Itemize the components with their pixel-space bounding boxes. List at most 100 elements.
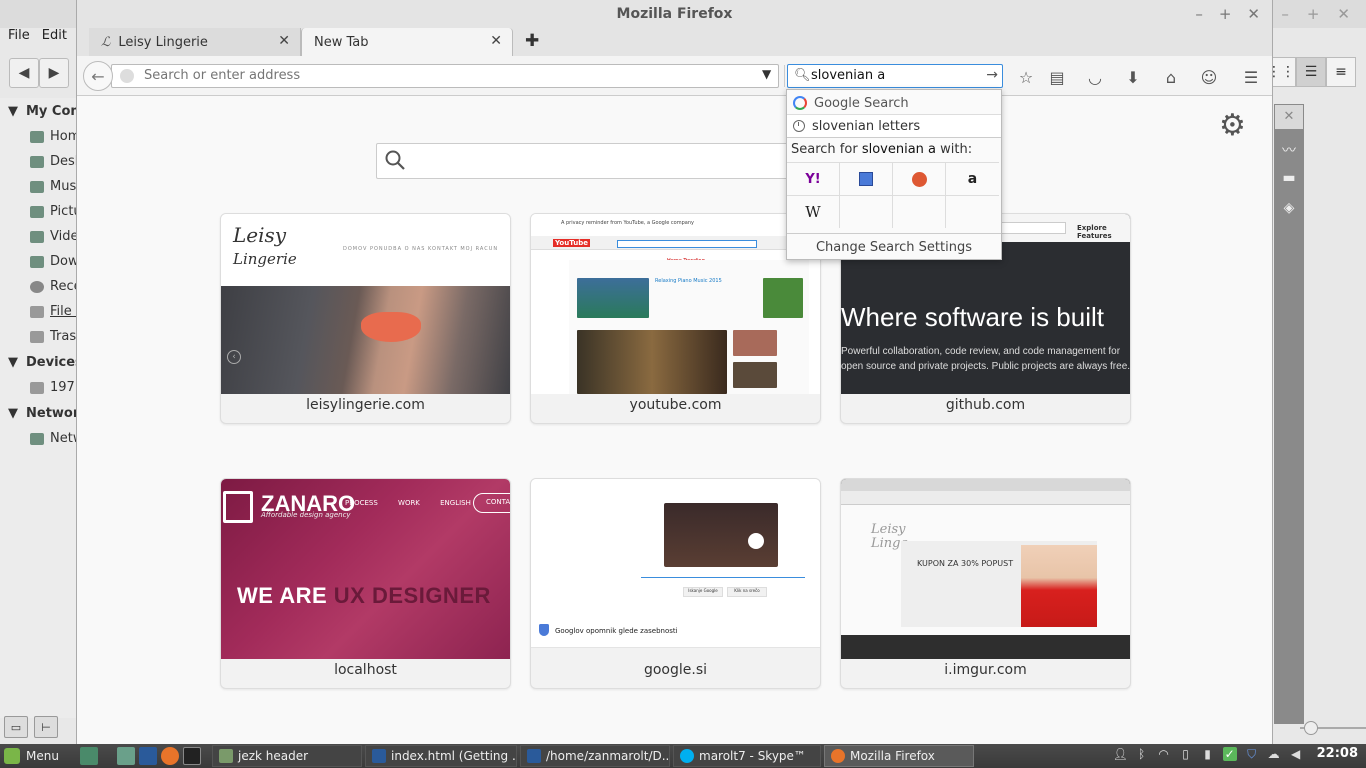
sidebar-item-pictures[interactable]: Pictu xyxy=(0,199,82,224)
amazon-engine-button[interactable]: a xyxy=(946,162,999,195)
hamburger-menu-icon[interactable]: ☰ xyxy=(1241,67,1261,87)
sidebar-item-file-system[interactable]: File S xyxy=(0,299,84,324)
newtab-search-box[interactable] xyxy=(376,143,826,179)
close-icon[interactable]: ✕ xyxy=(1275,105,1303,129)
address-bar[interactable]: ▼ ↻ xyxy=(111,64,802,88)
close-tab-icon[interactable]: ✕ xyxy=(278,33,290,49)
tile-leisylingerie[interactable]: Leisy Lingerie DOMOV PONUDBA O NAS KONTAK… xyxy=(220,213,511,424)
taskbar-item[interactable]: index.html (Getting ... xyxy=(365,745,517,767)
tile-imgur[interactable]: Leisy Linge KUPON ZA 30% POPUST i.imgur.c… xyxy=(840,478,1131,689)
maximize-icon[interactable]: + xyxy=(1219,5,1232,23)
tile-localhost[interactable]: ZANARO Affordable design agency PROCESS … xyxy=(220,478,511,689)
maximize-icon[interactable]: + xyxy=(1307,5,1320,23)
thumb-button: Klik na srečo xyxy=(727,587,767,597)
network-cloud-icon[interactable]: ☁ xyxy=(1267,747,1281,761)
search-bar[interactable]: 🔍︎ → xyxy=(787,64,1003,88)
clock[interactable]: 22:08 xyxy=(1317,746,1358,761)
layers-icon[interactable]: ◈ xyxy=(1280,200,1298,218)
default-engine-row[interactable]: Google Search xyxy=(787,92,1001,114)
duckduckgo-engine-button[interactable] xyxy=(893,162,946,195)
battery-icon[interactable]: ▮ xyxy=(1201,747,1215,761)
user-icon[interactable]: 👤︎ xyxy=(1113,747,1128,761)
taskbar-item[interactable]: jezk header xyxy=(212,745,362,767)
zanaro-logo-mark-icon xyxy=(223,491,253,523)
start-menu-button[interactable]: Menu xyxy=(4,746,65,766)
bing-engine-button[interactable] xyxy=(840,162,893,195)
taskbar-item[interactable]: marolt7 - Skype™ xyxy=(673,745,821,767)
menu-file[interactable]: File xyxy=(8,28,30,50)
tab-leisy-lingerie[interactable]: ℒ Leisy Lingerie ✕ xyxy=(89,28,301,56)
firefox-launcher-icon[interactable] xyxy=(161,747,179,765)
bluetooth-icon[interactable]: ᛒ xyxy=(1135,747,1149,761)
sidebar-section-my-computer[interactable]: ▼ My Com xyxy=(0,98,84,124)
sidebar-item-home[interactable]: Hom xyxy=(0,124,80,149)
download-icon[interactable]: ⬇ xyxy=(1123,67,1143,87)
sidebar-section-devices[interactable]: ▼ Devices xyxy=(0,349,83,375)
thumb-photo-detail xyxy=(361,312,421,342)
change-search-settings-button[interactable]: Change Search Settings xyxy=(787,233,1001,261)
empty-engine-slot xyxy=(893,195,946,228)
search-icon: 🔍︎ xyxy=(794,68,811,83)
back-arrow-icon[interactable]: ← xyxy=(83,61,113,91)
hello-chat-icon[interactable]: ☺ xyxy=(1199,67,1219,87)
thumb-button: Iskanje Google xyxy=(683,587,723,597)
system-tray: 👤︎ ᛒ ◠ ▯ ▮ ✓ ⛉ ☁ ◀︎ 22:08 xyxy=(1113,746,1358,761)
editor-launcher-icon[interactable] xyxy=(139,747,157,765)
fm-back-button[interactable]: ◀ xyxy=(9,58,39,88)
clipboard-icon[interactable]: ▯ xyxy=(1179,747,1193,761)
shield-icon[interactable]: ⛉ xyxy=(1245,747,1259,761)
minimize-icon[interactable]: – xyxy=(1281,5,1289,23)
sidebar-item-music[interactable]: Musi xyxy=(0,174,80,199)
update-check-icon[interactable]: ✓ xyxy=(1222,746,1237,761)
close-tab-icon[interactable]: ✕ xyxy=(490,33,502,49)
sidebar-item-recent[interactable]: Rece xyxy=(0,274,82,299)
bookmark-star-icon[interactable]: ☆ xyxy=(1016,67,1036,87)
zoom-slider-handle[interactable] xyxy=(1304,721,1318,735)
search-go-arrow-icon[interactable]: → xyxy=(986,67,998,83)
newtab-settings-gear-icon[interactable]: ⚙ xyxy=(1219,111,1246,141)
videos-folder-icon xyxy=(30,230,44,243)
folder-icon[interactable]: ▭ xyxy=(4,716,28,738)
sidebar-item-trash[interactable]: Tras xyxy=(0,324,78,349)
sidebar-item-volume[interactable]: 197 G xyxy=(0,375,89,400)
sidebar-item-videos[interactable]: Vide xyxy=(0,224,78,249)
package-icon[interactable]: ▬ xyxy=(1280,170,1298,188)
list-view-icon[interactable]: ☰ xyxy=(1296,57,1326,87)
home-icon[interactable]: ⌂ xyxy=(1161,67,1181,87)
yahoo-engine-button[interactable]: Y! xyxy=(787,162,840,195)
volume-icon[interactable]: ◀︎ xyxy=(1289,747,1303,761)
thumb-titlebar xyxy=(841,479,1130,491)
compact-view-icon[interactable]: ≡ xyxy=(1326,57,1356,87)
activity-icon[interactable]: 〰 xyxy=(1280,140,1298,159)
tree-icon[interactable]: ⊢ xyxy=(34,716,58,738)
close-icon[interactable]: ✕ xyxy=(1337,5,1350,23)
sidebar-item-desktop[interactable]: Desk xyxy=(0,149,82,174)
address-input[interactable] xyxy=(144,68,724,83)
tab-new-tab[interactable]: New Tab ✕ xyxy=(301,28,513,56)
search-input[interactable] xyxy=(811,68,981,83)
expand-triangle-icon: ▼ xyxy=(8,405,18,421)
files-launcher-icon[interactable] xyxy=(117,747,135,765)
show-desktop-icon[interactable] xyxy=(80,747,98,765)
minimize-icon[interactable]: – xyxy=(1195,5,1203,23)
wikipedia-engine-button[interactable]: W xyxy=(787,195,840,228)
tile-google-si[interactable]: Iskanje Google Klik na srečo Googlov opo… xyxy=(530,478,821,689)
taskbar-item[interactable]: /home/zanmarolt/D... xyxy=(520,745,670,767)
history-dropdown-icon[interactable]: ▼ xyxy=(762,67,771,81)
new-tab-plus-icon[interactable]: ✚ xyxy=(525,31,539,51)
sidebar-item-downloads[interactable]: Dow xyxy=(0,249,79,274)
taskbar-item[interactable]: Mozilla Firefox xyxy=(824,745,974,767)
pocket-icon[interactable]: ◡ xyxy=(1085,67,1105,87)
tile-youtube[interactable]: A privacy reminder from YouTube, a Googl… xyxy=(530,213,821,424)
menu-edit[interactable]: Edit xyxy=(42,28,67,50)
wifi-icon[interactable]: ◠ xyxy=(1157,747,1171,761)
sidebar-section-network[interactable]: ▼ Network xyxy=(0,400,88,426)
close-icon[interactable]: ✕ xyxy=(1247,5,1260,23)
fm-forward-button[interactable]: ▶ xyxy=(39,58,69,88)
firefox-window: Mozilla Firefox – + ✕ ℒ Leisy Lingerie ✕… xyxy=(76,0,1273,744)
terminal-launcher-icon[interactable] xyxy=(183,747,201,765)
sidebar-item-network[interactable]: Netw xyxy=(0,426,83,451)
leisy-logo: Leisy Lingerie xyxy=(233,223,297,268)
suggestion-item[interactable]: slovenian letters xyxy=(787,114,1001,137)
reading-list-icon[interactable]: ▤ xyxy=(1047,67,1067,87)
